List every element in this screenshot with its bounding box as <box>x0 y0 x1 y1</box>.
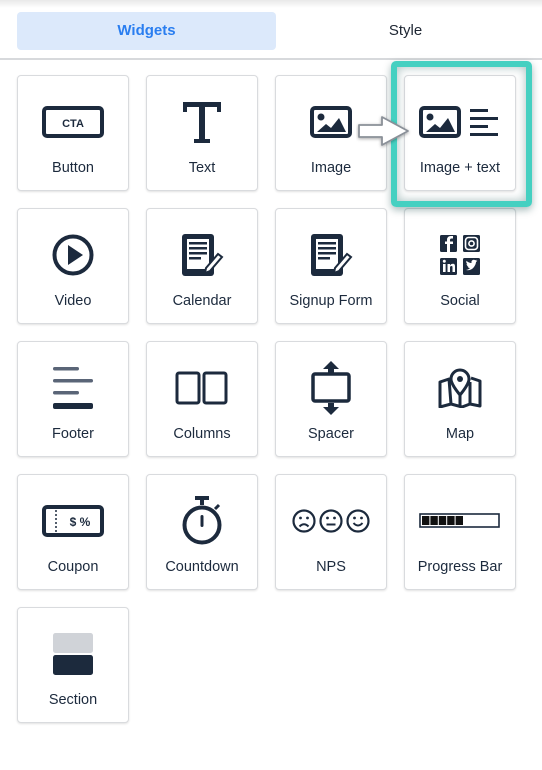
widget-label: Countdown <box>165 559 239 575</box>
happy-face-icon <box>346 509 370 533</box>
widget-label: Columns <box>173 426 231 442</box>
play-circle-icon <box>18 227 128 283</box>
instagram-icon <box>463 235 480 252</box>
widget-spacer[interactable]: Spacer <box>275 341 387 457</box>
widget-footer[interactable]: Footer <box>17 341 129 457</box>
widget-image[interactable]: Image <box>275 75 387 191</box>
widget-label: NPS <box>316 559 346 575</box>
widget-calendar[interactable]: Calendar <box>146 208 258 324</box>
widget-label: Video <box>54 293 92 309</box>
widget-progress-bar[interactable]: Progress Bar <box>404 474 516 590</box>
social-icons-icon <box>405 227 515 283</box>
widget-countdown[interactable]: Countdown <box>146 474 258 590</box>
progress-segment <box>438 516 447 525</box>
facebook-icon <box>440 235 457 252</box>
widget-label: Social <box>440 293 480 309</box>
svg-text:CTA: CTA <box>62 118 84 130</box>
widget-label: Map <box>445 426 475 442</box>
progress-segment <box>430 516 438 525</box>
widget-label: Calendar <box>172 293 232 309</box>
widget-label: Spacer <box>308 426 354 442</box>
text-t-icon <box>147 94 257 150</box>
tab-bar: Widgets Style <box>0 0 542 60</box>
section-blocks-icon <box>18 626 128 682</box>
progress-bar-icon <box>405 493 515 549</box>
widget-button[interactable]: CTA Button <box>17 75 129 191</box>
widget-social[interactable]: Social <box>404 208 516 324</box>
widget-label: Footer <box>52 426 94 442</box>
progress-segment <box>455 516 463 525</box>
widget-label: Section <box>48 692 98 708</box>
widget-text[interactable]: Text <box>146 75 258 191</box>
footer-lines-icon <box>18 360 128 416</box>
image-icon <box>276 94 386 150</box>
widget-label: Text <box>188 160 216 176</box>
image-text-icon <box>405 94 515 150</box>
widget-label: Image <box>310 160 352 176</box>
tab-style[interactable]: Style <box>276 12 535 50</box>
widget-label: Progress Bar <box>417 559 503 575</box>
linkedin-icon <box>440 258 457 275</box>
map-pin-icon <box>405 360 515 416</box>
coupon-icon: $ % <box>18 493 128 549</box>
widget-label: Button <box>52 160 94 176</box>
widget-signup-form[interactable]: Signup Form <box>275 208 387 324</box>
widget-map[interactable]: Map <box>404 341 516 457</box>
widget-columns[interactable]: Columns <box>146 341 258 457</box>
widget-label: Coupon <box>47 559 99 575</box>
tab-divider <box>0 58 542 60</box>
faces-icon <box>276 493 386 549</box>
widget-section[interactable]: Section <box>17 607 129 723</box>
widget-coupon[interactable]: $ % Coupon <box>17 474 129 590</box>
widget-label: Image + text <box>419 160 501 176</box>
widget-label: Signup Form <box>289 293 373 309</box>
twitter-icon <box>463 258 480 275</box>
tab-widgets[interactable]: Widgets <box>17 12 276 50</box>
widget-nps[interactable]: NPS <box>275 474 387 590</box>
cta-button-icon: CTA <box>18 94 128 150</box>
widget-video[interactable]: Video <box>17 208 129 324</box>
columns-icon <box>147 360 257 416</box>
widget-image-text[interactable]: Image + text <box>404 75 516 191</box>
sad-face-icon <box>292 509 316 533</box>
spacer-arrows-icon <box>276 360 386 416</box>
progress-segment <box>447 516 455 525</box>
neutral-face-icon <box>319 509 343 533</box>
document-pencil-icon <box>276 227 386 283</box>
progress-segment <box>422 516 430 525</box>
document-pencil-icon <box>147 227 257 283</box>
svg-text:$ %: $ % <box>70 515 91 529</box>
stopwatch-icon <box>147 493 257 549</box>
